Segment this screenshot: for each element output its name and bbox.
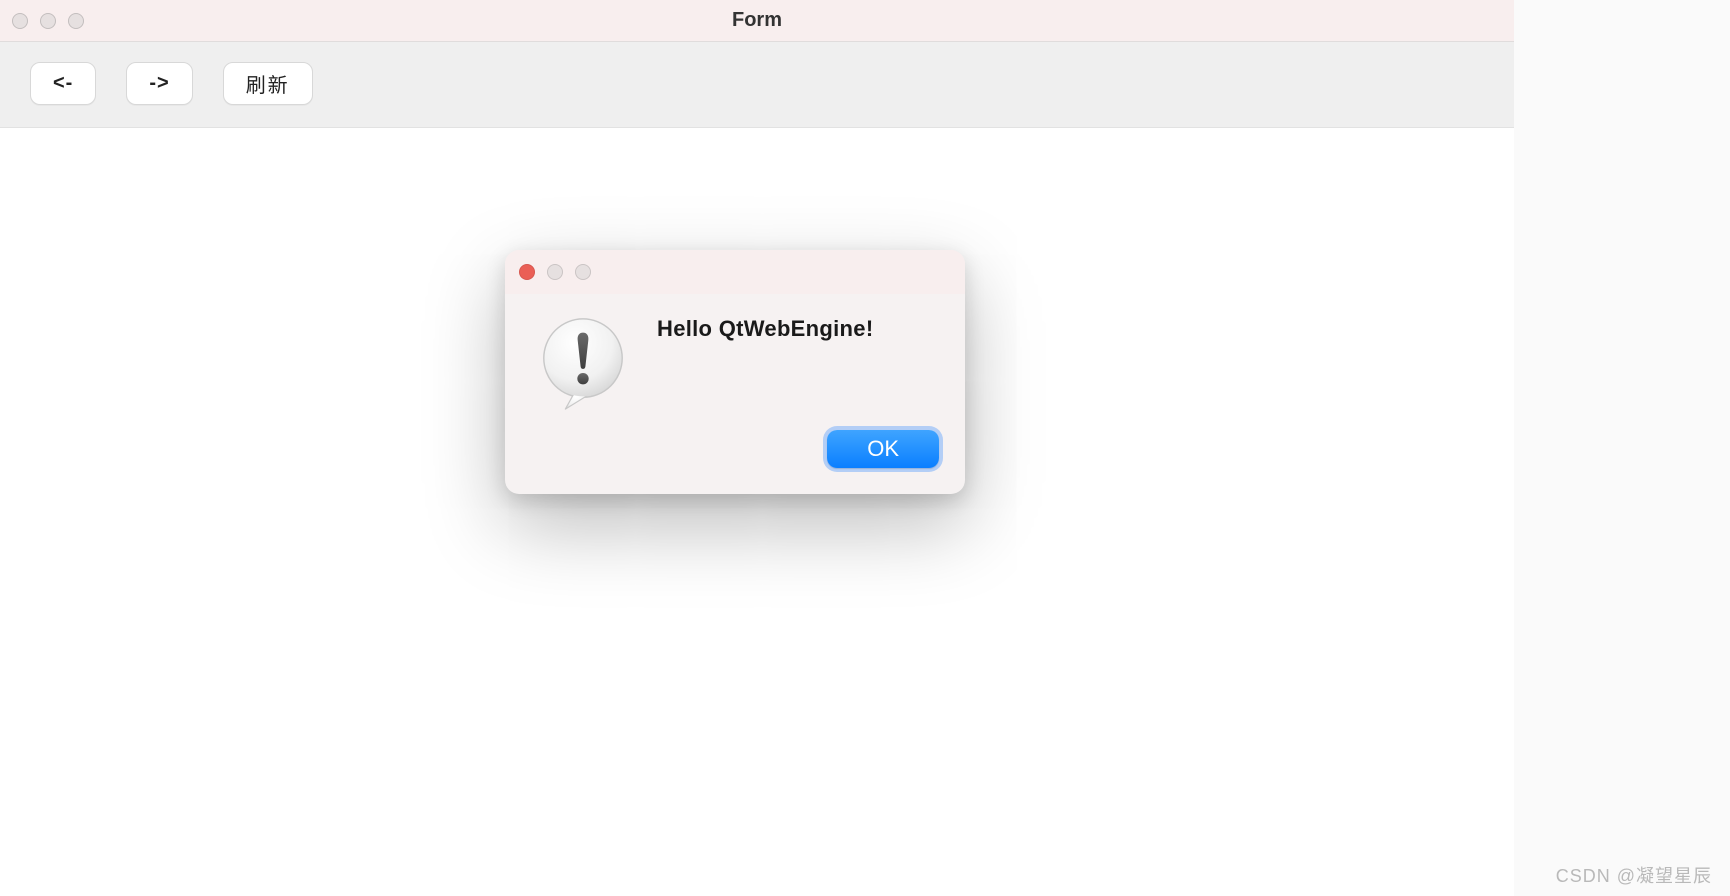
dialog-minimize-icon xyxy=(547,264,563,280)
alert-icon xyxy=(533,314,633,414)
dialog-footer: OK xyxy=(505,422,965,494)
refresh-button[interactable]: 刷新 xyxy=(223,62,313,105)
dialog-body: Hello QtWebEngine! xyxy=(505,294,965,422)
main-traffic-lights xyxy=(12,13,84,29)
web-view-area xyxy=(30,128,1484,862)
window-title: Form xyxy=(732,9,782,32)
dialog-message-area: Hello QtWebEngine! xyxy=(657,314,937,342)
minimize-icon[interactable] xyxy=(40,13,56,29)
toolbar: <- -> 刷新 xyxy=(0,42,1514,128)
main-titlebar: Form xyxy=(0,0,1514,42)
dialog-heading: Hello QtWebEngine! xyxy=(657,316,937,342)
alert-dialog: Hello QtWebEngine! OK xyxy=(505,250,965,494)
dialog-close-icon[interactable] xyxy=(519,264,535,280)
watermark-text: CSDN @凝望星辰 xyxy=(1556,862,1712,888)
forward-button[interactable]: -> xyxy=(126,62,192,105)
maximize-icon[interactable] xyxy=(68,13,84,29)
background-panel xyxy=(1514,0,1730,896)
close-icon[interactable] xyxy=(12,13,28,29)
dialog-maximize-icon xyxy=(575,264,591,280)
ok-button[interactable]: OK xyxy=(827,430,939,468)
back-button[interactable]: <- xyxy=(30,62,96,105)
dialog-titlebar xyxy=(505,250,965,294)
